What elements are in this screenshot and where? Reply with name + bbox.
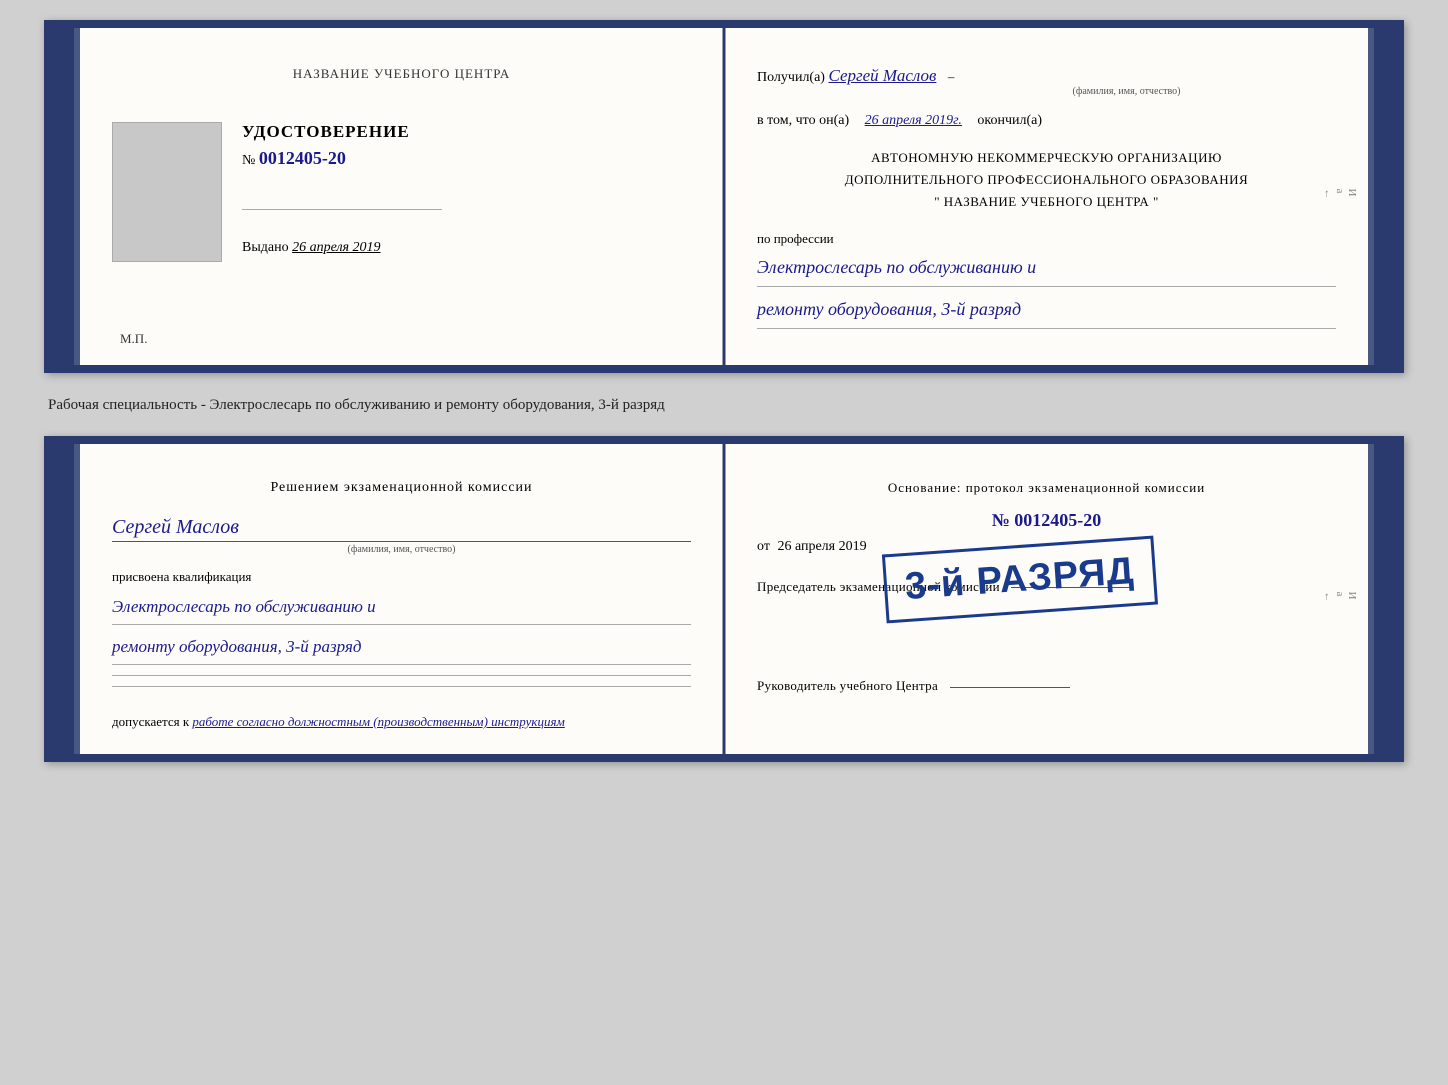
recipient-line: Получил(а) Сергей Маслов – (фамилия, имя… [757, 66, 1336, 97]
director-label: Руководитель учебного Центра [757, 678, 938, 693]
in-that-label: в том, что он(а) [757, 113, 849, 128]
cert-info: УДОСТОВЕРЕНИЕ № 0012405-20 Выдано 26 апр… [242, 122, 442, 256]
training-center-title-left: НАЗВАНИЕ УЧЕБНОГО ЦЕНТРА [112, 66, 691, 82]
spine-left-bottom [52, 444, 80, 754]
cert-word: УДОСТОВЕРЕНИЕ [242, 122, 442, 142]
side-letters-bottom: И а ← [1322, 591, 1358, 606]
director-block: Руководитель учебного Центра [757, 676, 1336, 696]
basis-number: № 0012405-20 [757, 510, 1336, 531]
side-letters-top: И а ← [1322, 189, 1358, 204]
letter-i2: И [1346, 591, 1358, 606]
finished-label: окончил(а) [977, 113, 1042, 128]
cert-number-prefix: № [242, 153, 255, 168]
admission-label: допускается к [112, 714, 189, 729]
letter-a: а [1334, 189, 1346, 204]
basis-date-value: 26 апреля 2019 [777, 539, 866, 554]
director-sig-line [950, 687, 1070, 688]
mp-label: М.П. [120, 331, 147, 347]
issued-line: Выдано 26 апреля 2019 [242, 240, 442, 256]
name-subtitle-top: (фамилия, имя, отчество) [917, 86, 1336, 97]
fio-subtitle-bottom: (фамилия, имя, отчество) [112, 541, 691, 555]
org-line3: " НАЗВАНИЕ УЧЕБНОГО ЦЕНТРА " [757, 191, 1336, 213]
cert-number: 0012405-20 [259, 148, 346, 168]
top-card-right-page: Получил(а) Сергей Маслов – (фамилия, имя… [725, 28, 1368, 365]
top-card-left-page: НАЗВАНИЕ УЧЕБНОГО ЦЕНТРА УДОСТОВЕРЕНИЕ №… [80, 28, 725, 365]
received-label: Получил(а) [757, 70, 825, 85]
profession-handwritten: Электрослесарь по обслуживанию и ремонту… [757, 253, 1336, 329]
qual-text: Электрослесарь по обслуживанию и ремонту… [112, 593, 691, 665]
photo-placeholder [112, 122, 222, 262]
between-label: Рабочая специальность - Электрослесарь п… [44, 389, 1404, 420]
person-name-bottom: Сергей Маслов [112, 516, 691, 539]
commission-title: Решением экзаменационной комиссии [112, 480, 691, 496]
org-block: АВТОНОМНУЮ НЕКОММЕРЧЕСКУЮ ОРГАНИЗАЦИЮ ДО… [757, 147, 1336, 213]
dash1: – [948, 69, 955, 84]
issued-label: Выдано [242, 240, 289, 255]
letter-arrow2: ← [1322, 591, 1334, 606]
letter-i: И [1346, 189, 1358, 204]
assigned-qual-label: присвоена квалификация [112, 569, 691, 585]
bottom-card-left-page: Решением экзаменационной комиссии Сергей… [80, 444, 725, 754]
bottom-card-right-page: Основание: протокол экзаменационной коми… [725, 444, 1368, 754]
basis-number-prefix: № [992, 510, 1010, 530]
certificate-card-bottom: Решением экзаменационной комиссии Сергей… [44, 436, 1404, 762]
certificate-card-top: НАЗВАНИЕ УЧЕБНОГО ЦЕНТРА УДОСТОВЕРЕНИЕ №… [44, 20, 1404, 373]
profession-line1: Электрослесарь по обслуживанию и [757, 253, 1336, 287]
profession-label: по профессии [757, 231, 1336, 247]
in-that-line: в том, что он(а) 26 апреля 2019г. окончи… [757, 113, 1336, 129]
qual-line1: Электрослесарь по обслуживанию и [112, 593, 691, 625]
org-line1: АВТОНОМНУЮ НЕКОММЕРЧЕСКУЮ ОРГАНИЗАЦИЮ [757, 147, 1336, 169]
admission-block: допускается к работе согласно должностны… [112, 714, 703, 730]
letter-arrow: ← [1322, 189, 1334, 204]
profession-line2: ремонту оборудования, 3-й разряд [757, 295, 1336, 329]
recipient-name: Сергей Маслов [828, 66, 936, 85]
cert-date: 26 апреля 2019г. [865, 113, 962, 128]
letter-a2: а [1334, 591, 1346, 606]
basis-title: Основание: протокол экзаменационной коми… [757, 480, 1336, 496]
cert-number-line: № 0012405-20 [242, 148, 442, 169]
basis-number-value: 0012405-20 [1014, 510, 1101, 530]
spine-right-top [1368, 28, 1396, 365]
spine-left-top [52, 28, 80, 365]
spine-right-bottom [1368, 444, 1396, 754]
basis-date-prefix: от [757, 539, 770, 554]
admission-text: работе согласно должностным (производств… [192, 714, 564, 729]
qual-line2: ремонту оборудования, 3-й разряд [112, 633, 691, 665]
org-line2: ДОПОЛНИТЕЛЬНОГО ПРОФЕССИОНАЛЬНОГО ОБРАЗО… [757, 169, 1336, 191]
issued-date: 26 апреля 2019 [292, 240, 380, 255]
